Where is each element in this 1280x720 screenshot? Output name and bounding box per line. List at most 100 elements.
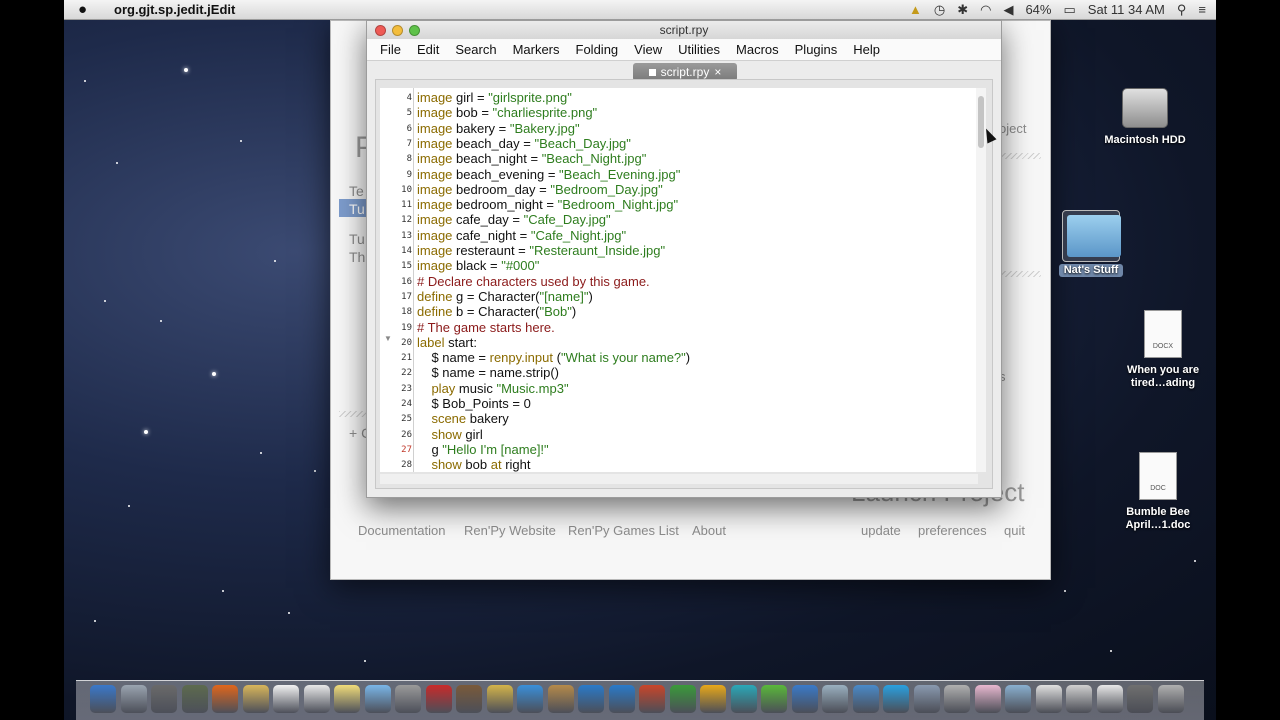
code-line[interactable]: $ name = name.strip() bbox=[417, 365, 559, 380]
code-line[interactable]: $ Bob_Points = 0 bbox=[417, 396, 530, 411]
dock-app-icon[interactable] bbox=[1066, 685, 1092, 713]
code-line[interactable]: scene bakery bbox=[417, 411, 508, 426]
dock-app-icon[interactable] bbox=[517, 685, 543, 713]
fold-arrow-icon[interactable]: ▼ bbox=[384, 334, 392, 343]
nats-stuff-folder[interactable]: Nat's Stuff bbox=[1046, 210, 1136, 277]
dock-app-icon[interactable] bbox=[1127, 685, 1153, 713]
code-line[interactable]: $ name = renpy.input ("What is your name… bbox=[417, 350, 690, 365]
dock-app-icon[interactable] bbox=[425, 685, 452, 713]
macintosh-hdd-icon[interactable]: Macintosh HDD bbox=[1100, 88, 1190, 147]
menu-search[interactable]: Search bbox=[447, 42, 504, 57]
update-link[interactable]: update bbox=[861, 523, 901, 538]
notification-center-icon[interactable]: ≡ bbox=[1198, 2, 1206, 17]
menu-markers[interactable]: Markers bbox=[505, 42, 568, 57]
dock-app-icon[interactable] bbox=[669, 685, 696, 713]
dock-app-icon[interactable] bbox=[608, 685, 635, 713]
project-item-3[interactable]: Tu bbox=[349, 231, 365, 247]
menu-file[interactable]: File bbox=[372, 42, 409, 57]
close-window-button[interactable] bbox=[375, 25, 386, 36]
code-line[interactable]: define g = Character("[name]") bbox=[417, 289, 593, 304]
dock-app-icon[interactable] bbox=[1035, 685, 1062, 713]
dock-app-icon[interactable] bbox=[364, 685, 391, 713]
code-line[interactable]: play music "Music.mp3" bbox=[417, 381, 568, 396]
dock-app-icon[interactable] bbox=[486, 685, 513, 713]
dock-app-icon[interactable] bbox=[639, 685, 665, 713]
menu-edit[interactable]: Edit bbox=[409, 42, 447, 57]
vertical-scrollbar[interactable] bbox=[976, 88, 986, 472]
code-line[interactable]: define b = Character("Bob") bbox=[417, 304, 576, 319]
dock-app-icon[interactable] bbox=[578, 685, 604, 713]
preferences-link[interactable]: preferences bbox=[918, 523, 987, 538]
dock-app-icon[interactable] bbox=[1005, 685, 1031, 713]
dock-app-icon[interactable] bbox=[913, 685, 940, 713]
code-editor[interactable]: 4 5 6 7 8 9 10 11 12 13 14 15 16 17 18 19 20 21 22 23 24 25 26… bbox=[380, 88, 978, 472]
code-line[interactable]: image cafe_night = "Cafe_Night.jpg" bbox=[417, 228, 626, 243]
code-line[interactable]: image cafe_day = "Cafe_Day.jpg" bbox=[417, 212, 611, 227]
minimize-window-button[interactable] bbox=[392, 25, 403, 36]
volume-icon[interactable]: ◀ bbox=[1003, 2, 1013, 18]
apple-icon[interactable]: ● bbox=[78, 0, 100, 20]
dock-app-icon[interactable] bbox=[181, 685, 208, 713]
code-line[interactable]: image beach_night = "Beach_Night.jpg" bbox=[417, 151, 646, 166]
doc-file-icon[interactable]: DOC Bumble Bee April…1.doc bbox=[1113, 452, 1203, 532]
code-line[interactable]: show bob at right bbox=[417, 457, 530, 472]
code-line[interactable]: label start: bbox=[417, 335, 477, 350]
menu-utilities[interactable]: Utilities bbox=[670, 42, 728, 57]
dock-app-icon[interactable] bbox=[944, 685, 970, 713]
menu-folding[interactable]: Folding bbox=[568, 42, 627, 57]
bluetooth-icon[interactable]: ✱ bbox=[957, 2, 968, 18]
wifi-icon[interactable]: ◠ bbox=[980, 2, 991, 18]
battery-icon[interactable]: ▭ bbox=[1063, 2, 1075, 18]
menu-help[interactable]: Help bbox=[845, 42, 888, 57]
dock-app-icon[interactable] bbox=[90, 685, 116, 713]
project-item-4[interactable]: Th bbox=[349, 249, 365, 265]
adobe-icon[interactable]: ▲ bbox=[909, 2, 922, 17]
code-line[interactable]: # The game starts here. bbox=[417, 320, 555, 335]
code-line[interactable]: image bedroom_day = "Bedroom_Day.jpg" bbox=[417, 182, 663, 197]
project-item-1[interactable]: Te bbox=[349, 183, 364, 199]
dock-app-icon[interactable] bbox=[303, 685, 330, 713]
time-machine-icon[interactable]: ◷ bbox=[934, 2, 945, 18]
clock[interactable]: Sat 11 34 AM bbox=[1088, 2, 1165, 17]
code-line[interactable]: # Declare characters used by this game. bbox=[417, 274, 650, 289]
code-line[interactable]: image bakery = "Bakery.jpg" bbox=[417, 121, 580, 136]
quit-link[interactable]: quit bbox=[1004, 523, 1025, 538]
dock-app-icon[interactable] bbox=[242, 685, 269, 713]
documentation-link[interactable]: Documentation bbox=[358, 523, 445, 538]
dock-app-icon[interactable] bbox=[852, 685, 879, 713]
code-line[interactable]: image girl = "girlsprite.png" bbox=[417, 90, 572, 105]
code-line[interactable]: show girl bbox=[417, 427, 482, 442]
horizontal-scrollbar[interactable] bbox=[380, 474, 978, 484]
scroll-thumb[interactable] bbox=[978, 96, 984, 148]
code-line[interactable]: image beach_day = "Beach_Day.jpg" bbox=[417, 136, 631, 151]
dock-app-icon[interactable] bbox=[395, 685, 421, 713]
dock-app-icon[interactable] bbox=[700, 685, 726, 713]
active-app-name[interactable]: org.gjt.sp.jedit.jEdit bbox=[114, 2, 235, 17]
dock-app-icon[interactable] bbox=[822, 685, 848, 713]
code-line[interactable]: image resteraunt = "Resteraunt_Inside.jp… bbox=[417, 243, 665, 258]
dock-app-icon[interactable] bbox=[273, 685, 299, 713]
dock-app-icon[interactable] bbox=[791, 685, 818, 713]
dock-app-icon[interactable] bbox=[1157, 685, 1184, 713]
tab-close-icon[interactable]: × bbox=[714, 65, 721, 79]
menu-view[interactable]: View bbox=[626, 42, 670, 57]
dock-app-icon[interactable] bbox=[120, 685, 147, 713]
renpy-games-list-link[interactable]: Ren'Py Games List bbox=[568, 523, 679, 538]
dock-app-icon[interactable] bbox=[761, 685, 787, 713]
about-link[interactable]: About bbox=[692, 523, 726, 538]
code-line[interactable]: image bob = "charliesprite.png" bbox=[417, 105, 597, 120]
renpy-website-link[interactable]: Ren'Py Website bbox=[464, 523, 556, 538]
dock-app-icon[interactable] bbox=[730, 685, 757, 713]
code-line[interactable]: image beach_evening = "Beach_Evening.jpg… bbox=[417, 167, 680, 182]
dock-app-icon[interactable] bbox=[1096, 685, 1123, 713]
dock-app-icon[interactable] bbox=[456, 685, 482, 713]
dock-app-icon[interactable] bbox=[547, 685, 574, 713]
dock-app-icon[interactable] bbox=[212, 685, 238, 713]
dock-app-icon[interactable] bbox=[334, 685, 360, 713]
docx-file-icon[interactable]: DOCX When you are tired…ading bbox=[1118, 310, 1208, 390]
dock-app-icon[interactable] bbox=[883, 685, 909, 713]
dock-app-icon[interactable] bbox=[974, 685, 1001, 713]
spotlight-search-icon[interactable]: ⚲ bbox=[1177, 2, 1187, 18]
battery-percent[interactable]: 64% bbox=[1025, 2, 1051, 17]
menu-plugins[interactable]: Plugins bbox=[787, 42, 846, 57]
